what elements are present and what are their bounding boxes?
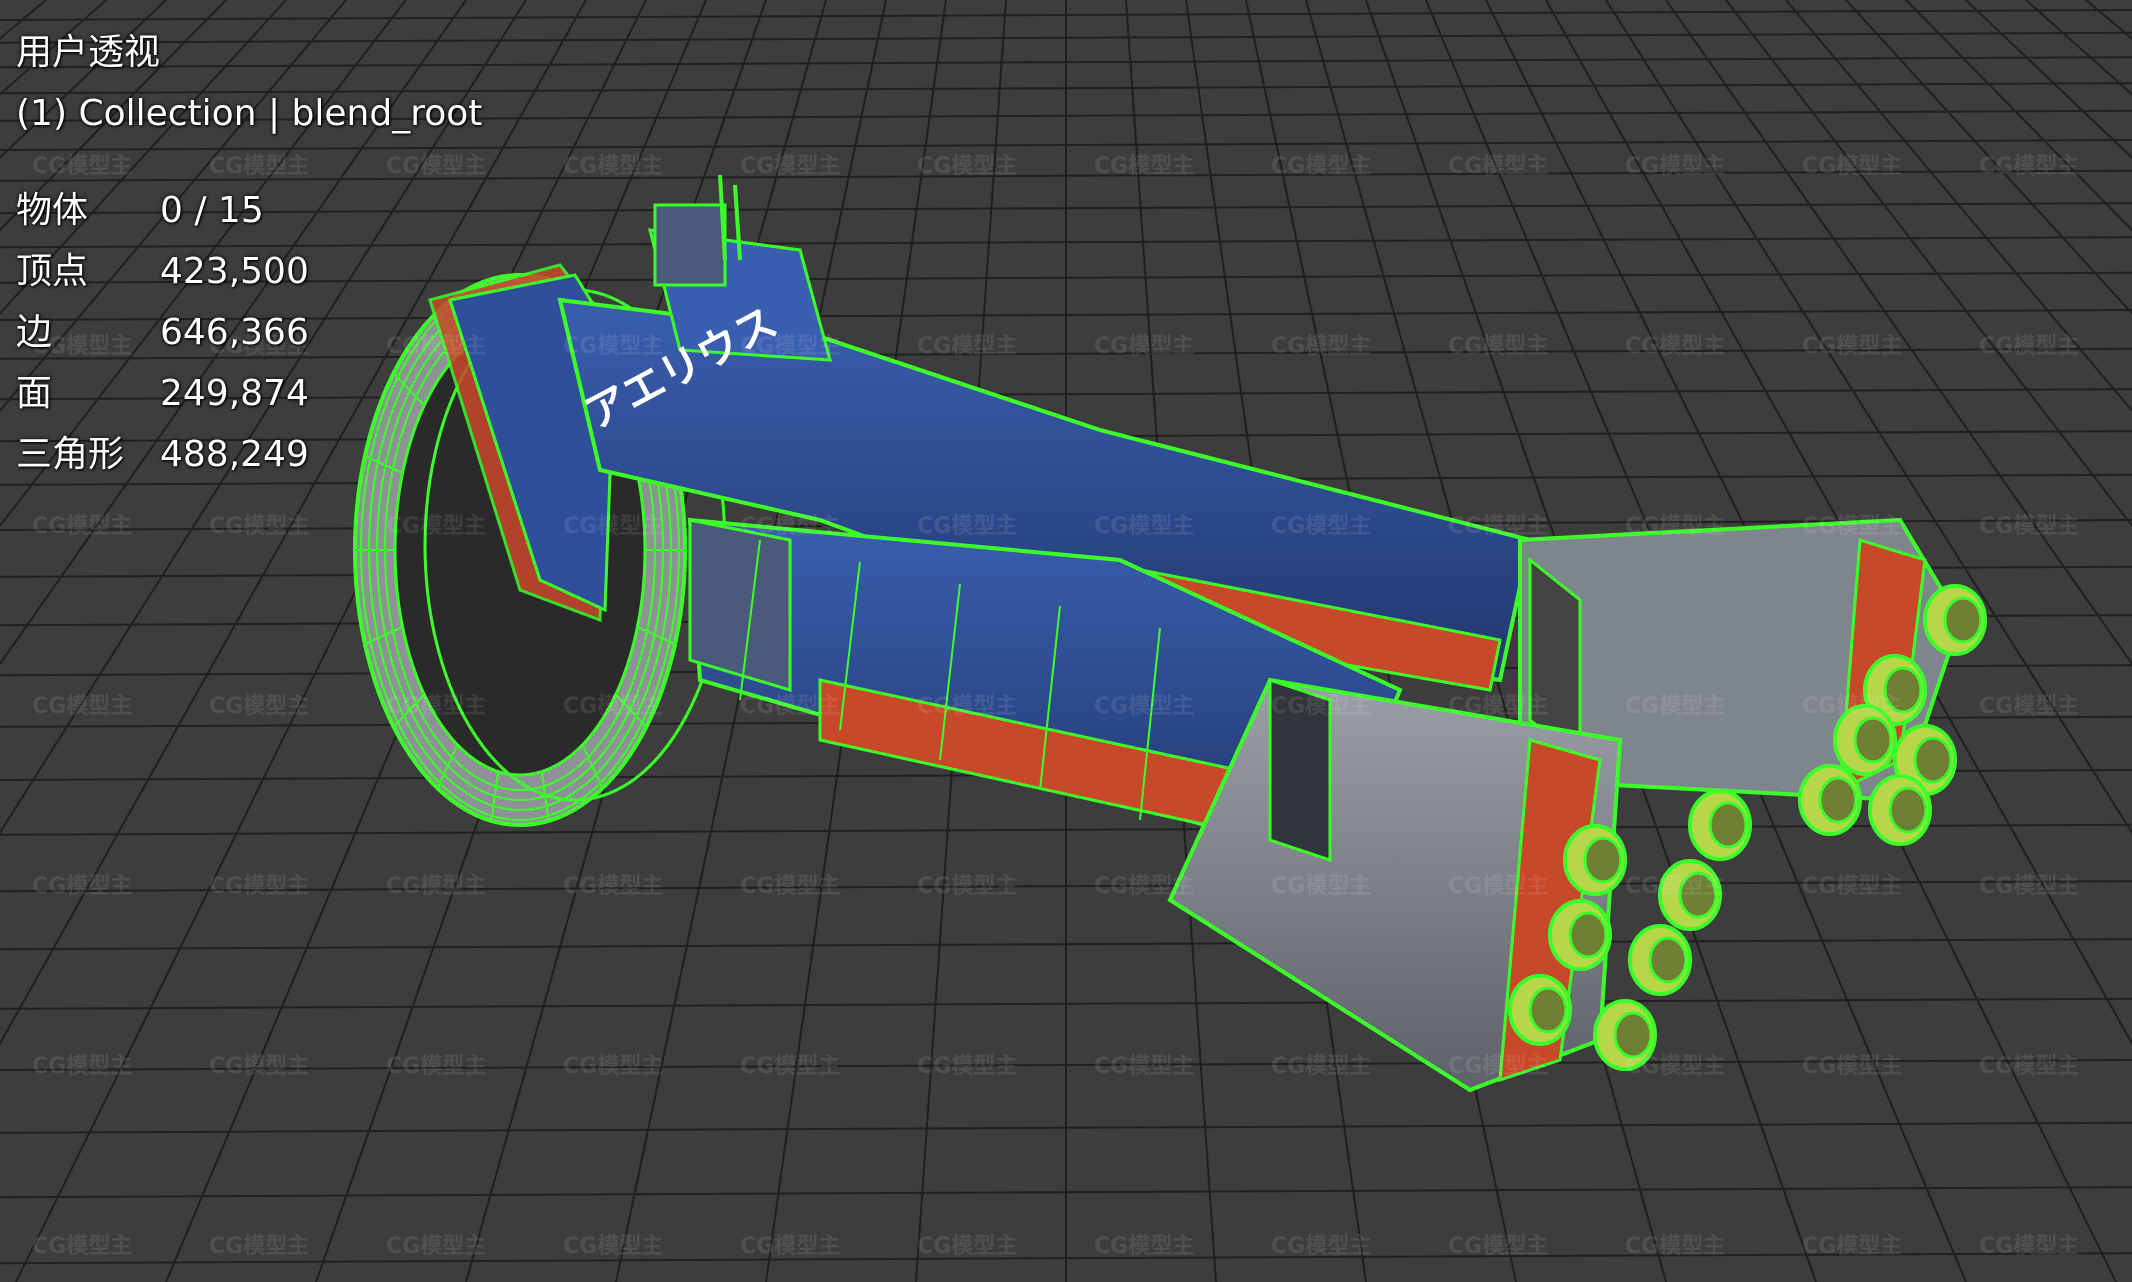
stat-edges: 边 646,366 [16, 302, 482, 363]
viewport-info-overlay: 用户透视 (1) Collection | blend_root 物体 0 / … [16, 22, 482, 485]
3d-viewport[interactable]: アエリウス CG模型主 CG模型主 CG模型主 CG模型主 CG模型主 CG模型主 CG模型… [0, 0, 2132, 1282]
stat-label: 三角形 [16, 434, 125, 475]
collection-label: (1) Collection | blend_root [16, 93, 483, 134]
stat-value: 646,366 [160, 312, 309, 353]
stat-label: 顶点 [16, 251, 89, 292]
stat-vertices: 顶点 423,500 [16, 241, 482, 302]
stat-objects: 物体 0 / 15 [16, 180, 482, 241]
stat-label: 边 [16, 312, 53, 353]
stat-label: 物体 [16, 190, 89, 231]
stat-triangles: 三角形 488,249 [16, 424, 482, 485]
stat-faces: 面 249,874 [16, 363, 482, 424]
stat-value: 0 / 15 [160, 190, 264, 231]
stat-value: 488,249 [160, 434, 309, 475]
view-name: 用户透视 [16, 32, 161, 73]
scene-statistics: 物体 0 / 15 顶点 423,500 边 646,366 面 249,874… [16, 180, 482, 485]
stat-value: 249,874 [160, 373, 309, 414]
stat-label: 面 [16, 373, 53, 414]
stat-value: 423,500 [160, 251, 309, 292]
